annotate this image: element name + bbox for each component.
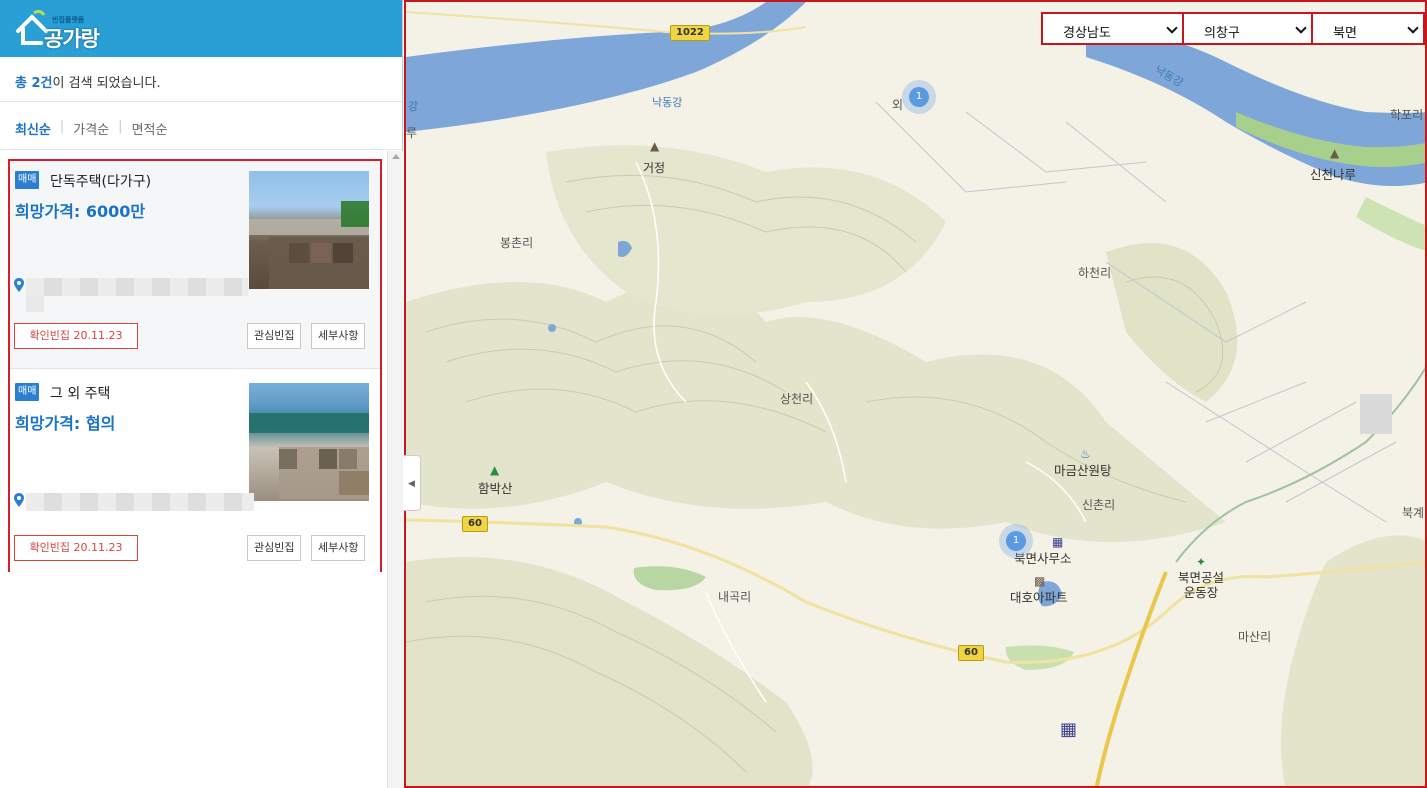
cluster-count: 1	[909, 87, 929, 107]
result-count-value: 2건	[31, 76, 53, 91]
result-suffix: 이 검색 되었습니다.	[52, 76, 161, 91]
listing-card[interactable]: 매매 그 외 주택 희망가격: 협의 확인빈집 20.11.23 관심빈집 세부…	[10, 373, 380, 581]
listing-address	[14, 491, 254, 511]
label-bukgye: 북계	[1402, 506, 1425, 520]
result-count: 총 2건이 검색 되었습니다.	[0, 57, 402, 102]
label-nakdong-left: 낙동강	[652, 96, 683, 109]
chevron-down-icon	[1166, 22, 1178, 34]
scrollbar[interactable]	[387, 151, 403, 788]
label-bongchon: 봉촌리	[500, 236, 534, 250]
road-shield-60: 60	[462, 516, 488, 532]
mountain-icon: ▲	[490, 463, 500, 477]
label-geojeong: 거정	[643, 161, 666, 175]
map-canvas[interactable]	[406, 2, 1427, 788]
listing-title[interactable]: 그 외 주택	[50, 383, 110, 403]
address-mask	[26, 296, 44, 312]
confirm-tag: 확인빈집 20.11.23	[14, 323, 138, 349]
town-select[interactable]: 북면	[1313, 12, 1425, 45]
town-value: 북면	[1333, 26, 1357, 41]
label-sinchon: 신촌리	[1082, 498, 1116, 512]
label-hambaksan: 함박산	[478, 481, 513, 496]
sidebar: 빈집플랫폼 공가랑 총 2건이 검색 되었습니다. 최신순 | 가격순 | 면적…	[0, 0, 403, 788]
location-pin-icon	[14, 493, 24, 507]
listing-price: 희망가격: 6000만	[15, 202, 146, 221]
listing-title[interactable]: 단독주택(다가구)	[50, 171, 151, 191]
region-selector: 경상남도 의창구 북면	[1041, 12, 1425, 45]
address-mask	[26, 278, 248, 296]
road-shield-1022: 1022	[670, 25, 710, 41]
village-icon: ▲	[650, 139, 660, 153]
result-prefix: 총	[15, 76, 32, 91]
chevron-down-icon	[1407, 22, 1419, 34]
cluster-count: 1	[1006, 531, 1026, 551]
listing-photo[interactable]	[249, 383, 369, 501]
favorite-button[interactable]: 관심빈집	[247, 535, 302, 561]
province-value: 경상남도	[1063, 26, 1111, 41]
sort-separator: |	[59, 119, 65, 134]
confirm-tag: 확인빈집 20.11.23	[14, 535, 138, 561]
listing-photo[interactable]	[249, 171, 369, 289]
sort-separator: |	[118, 119, 123, 134]
sort-tab-area[interactable]: 면적순	[132, 119, 168, 149]
district-value: 의창구	[1204, 26, 1240, 41]
location-pin-icon	[14, 278, 24, 292]
result-box: 매매 단독주택(다가구) 희망가격: 6000만 확인빈집 20.11.23 관…	[8, 159, 382, 581]
label-sangcheon: 상천리	[780, 392, 814, 406]
logo-name: 공가랑	[44, 27, 100, 51]
sort-tab-price[interactable]: 가격순	[73, 119, 109, 149]
sort-tab-latest[interactable]: 최신순	[15, 119, 51, 149]
type-badge: 매매	[15, 171, 40, 189]
type-badge: 매매	[15, 383, 40, 401]
hot-spring-icon: ♨	[1080, 447, 1091, 461]
building-icon: ▦	[1060, 719, 1078, 740]
map-view[interactable]: 낙동강 낙동강 강 루 ▲ 거정 봉촌리 외 학포리 ▲ 신천나루 하천리 상천…	[404, 0, 1427, 788]
label-left-edge: 루	[406, 126, 418, 140]
label-masan: 마산리	[1238, 630, 1272, 644]
detail-button[interactable]: 세부사항	[311, 535, 366, 561]
listing-price: 희망가격: 협의	[15, 414, 116, 433]
address-mask	[26, 493, 254, 511]
sort-tabs: 최신순 | 가격순 | 면적순	[0, 102, 402, 150]
chevron-left-icon: ◀	[408, 479, 415, 489]
label-magumsan: 마금산원탕	[1054, 463, 1112, 478]
sidebar-collapse-button[interactable]: ◀	[403, 455, 421, 511]
label-daeho-apt: 대호아파트	[1010, 590, 1068, 605]
redacted-block	[1360, 394, 1392, 434]
building-icon: ▩	[1034, 574, 1046, 588]
listing-list: 매매 단독주택(다가구) 희망가격: 6000만 확인빈집 20.11.23 관…	[0, 151, 403, 788]
office-icon: ▦	[1052, 535, 1064, 549]
road-shield-60: 60	[958, 645, 984, 661]
province-select[interactable]: 경상남도	[1041, 12, 1184, 45]
listing-card[interactable]: 매매 단독주택(다가구) 희망가격: 6000만 확인빈집 20.11.23 관…	[10, 161, 380, 369]
listing-address	[14, 276, 254, 312]
label-bukmyeon-field: 북면공설 운동장	[1178, 570, 1225, 600]
label-hakpo: 학포리	[1390, 108, 1424, 122]
label-nakdong-edge: 강	[408, 100, 419, 113]
logo[interactable]: 빈집플랫폼 공가랑	[14, 9, 110, 51]
label-hacheon: 하천리	[1078, 266, 1112, 280]
map-cluster-marker[interactable]: 1	[999, 524, 1033, 558]
detail-button[interactable]: 세부사항	[311, 323, 366, 349]
label-sincheon-naru: 신천나루	[1310, 167, 1357, 182]
village-icon: ▲	[1330, 146, 1340, 160]
district-select[interactable]: 의창구	[1184, 12, 1313, 45]
scroll-up-icon[interactable]	[392, 154, 400, 159]
chevron-down-icon	[1295, 22, 1307, 34]
logo-bar: 빈집플랫폼 공가랑	[0, 0, 402, 57]
stadium-icon: ✦	[1196, 555, 1207, 569]
map-cluster-marker[interactable]: 1	[902, 80, 936, 114]
label-naegok: 내곡리	[718, 590, 752, 604]
favorite-button[interactable]: 관심빈집	[247, 323, 302, 349]
